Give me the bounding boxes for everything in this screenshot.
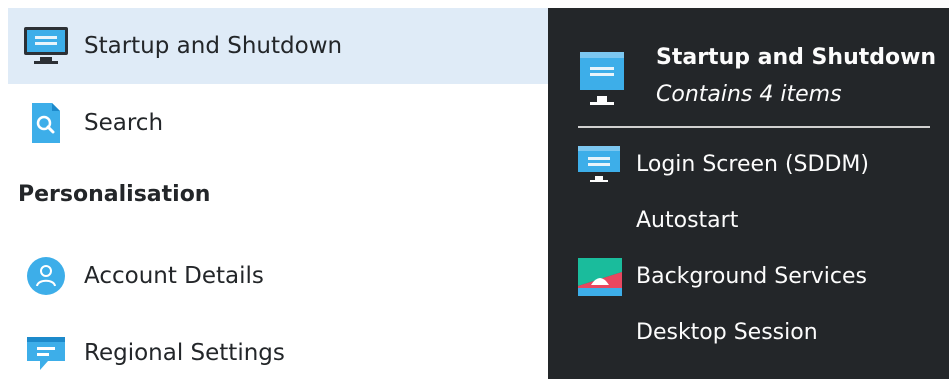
background-services-icon — [578, 258, 622, 298]
sidebar-item-account-details[interactable]: Account Details — [8, 238, 560, 314]
sidebar-item-search[interactable]: Search — [8, 85, 560, 161]
popup-item-label: Background Services — [636, 264, 868, 289]
search-document-icon — [22, 99, 70, 147]
popup-item-login-screen[interactable]: Login Screen (SDDM) — [578, 144, 938, 188]
monitor-icon — [22, 22, 70, 70]
sidebar-item-label: Startup and Shutdown — [84, 33, 343, 59]
category-popup: Startup and Shutdown Contains 4 items Lo… — [548, 8, 949, 379]
monitor-icon — [580, 52, 624, 112]
account-icon — [22, 252, 70, 300]
popup-item-label: Desktop Session — [636, 320, 818, 345]
sidebar: Startup and Shutdown Search Personalisat… — [0, 0, 560, 379]
popup-item-background-services[interactable]: Background Services — [578, 256, 938, 300]
sidebar-item-label: Search — [84, 110, 164, 136]
system-settings-window: Startup and Shutdown Search Personalisat… — [0, 0, 949, 379]
popup-subtitle: Contains 4 items — [656, 82, 842, 107]
sidebar-item-regional-settings[interactable]: Regional Settings — [8, 315, 560, 379]
popup-item-label: Login Screen (SDDM) — [636, 152, 869, 177]
sidebar-item-label: Account Details — [84, 263, 264, 289]
section-header-personalisation: Personalisation — [18, 182, 211, 207]
sidebar-item-label: Regional Settings — [84, 340, 285, 366]
divider — [578, 126, 930, 128]
popup-title: Startup and Shutdown — [656, 45, 937, 70]
popup-item-label: Autostart — [636, 208, 739, 233]
monitor-icon — [578, 146, 622, 186]
speech-bubble-icon — [22, 329, 70, 377]
sidebar-item-startup-and-shutdown[interactable]: Startup and Shutdown — [8, 8, 560, 84]
popup-item-autostart[interactable]: Autostart — [578, 200, 938, 244]
popup-item-desktop-session[interactable]: Desktop Session — [578, 312, 938, 356]
